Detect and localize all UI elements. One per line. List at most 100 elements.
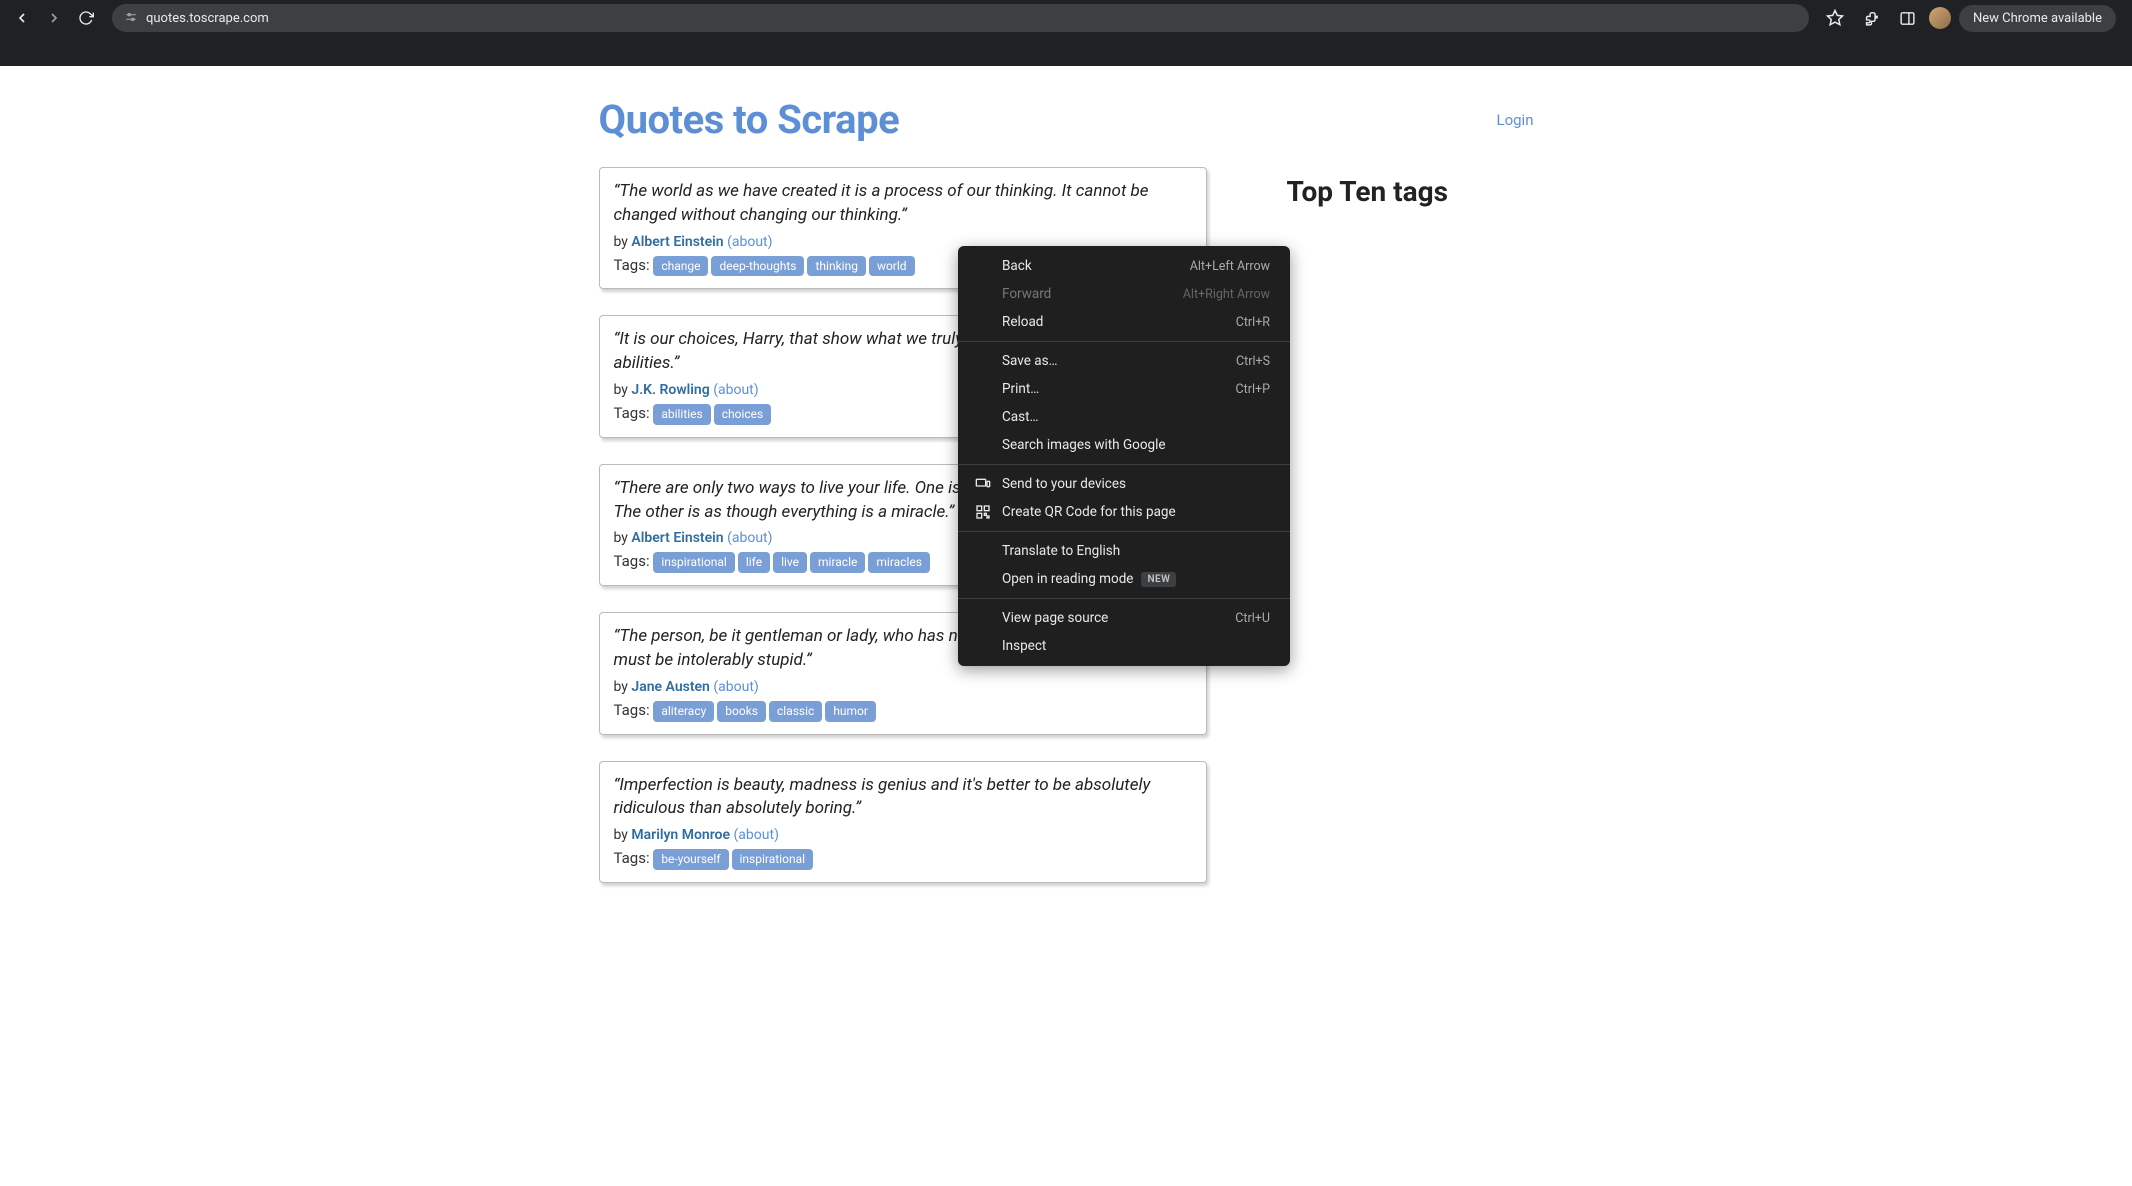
- context-menu: Back Alt+Left Arrow Forward Alt+Right Arrow…: [958, 246, 1290, 666]
- menu-item-label: Cast…: [1002, 409, 1039, 425]
- quote-author-line: by Marilyn Monroe (about): [614, 827, 1192, 843]
- menu-item-print[interactable]: Print… Ctrl+P: [958, 375, 1290, 403]
- menu-item-save-as[interactable]: Save as… Ctrl+S: [958, 347, 1290, 375]
- menu-item-back[interactable]: Back Alt+Left Arrow: [958, 252, 1290, 280]
- tag-link[interactable]: miracle: [810, 552, 865, 573]
- menu-item-label: Open in reading mode: [1002, 571, 1133, 587]
- menu-divider: [958, 531, 1290, 532]
- about-link[interactable]: (about): [734, 827, 779, 843]
- tags-line: Tags: be-yourselfinspirational: [614, 849, 1192, 870]
- tags-label: Tags:: [614, 256, 654, 274]
- menu-shortcut: Alt+Right Arrow: [1183, 287, 1270, 302]
- address-bar[interactable]: quotes.toscrape.com: [112, 4, 1809, 32]
- author-link[interactable]: J.K. Rowling: [631, 382, 709, 398]
- menu-shortcut: Alt+Left Arrow: [1190, 259, 1270, 274]
- about-link[interactable]: (about): [713, 679, 758, 695]
- tag-link[interactable]: inspirational: [732, 849, 814, 870]
- tag-link[interactable]: deep-thoughts: [711, 256, 804, 277]
- author-link[interactable]: Albert Einstein: [631, 530, 723, 546]
- tag-link[interactable]: miracles: [868, 552, 930, 573]
- browser-toolbar: quotes.toscrape.com New Chrome available: [0, 0, 2132, 36]
- author-link[interactable]: Marilyn Monroe: [631, 827, 730, 843]
- menu-item-create-qr-code-for-this-page[interactable]: Create QR Code for this page: [958, 498, 1290, 526]
- bookmark-icon[interactable]: [1821, 4, 1849, 32]
- new-badge: NEW: [1141, 572, 1176, 587]
- chrome-update-notice[interactable]: New Chrome available: [1959, 5, 2116, 32]
- by-label: by: [614, 679, 632, 695]
- tag-link[interactable]: humor: [825, 701, 876, 722]
- menu-shortcut: Ctrl+R: [1236, 315, 1270, 330]
- tags-label: Tags:: [614, 404, 654, 422]
- menu-item-send-to-your-devices[interactable]: Send to your devices: [958, 470, 1290, 498]
- tag-link[interactable]: choices: [714, 404, 772, 425]
- reload-button[interactable]: [72, 4, 100, 32]
- menu-divider: [958, 464, 1290, 465]
- page-content: Quotes to Scrape Login “The world as we …: [0, 66, 2132, 1186]
- menu-item-label: Save as…: [1002, 353, 1058, 369]
- author-link[interactable]: Jane Austen: [631, 679, 710, 695]
- quote-author-line: by Jane Austen (about): [614, 679, 1192, 695]
- tags-label: Tags:: [614, 701, 654, 719]
- tag-link[interactable]: world: [869, 256, 915, 277]
- tag-link[interactable]: inspirational: [653, 552, 735, 573]
- about-link[interactable]: (about): [727, 234, 772, 250]
- tag-link[interactable]: live: [773, 552, 807, 573]
- tags-line: Tags: aliteracybooksclassichumor: [614, 701, 1192, 722]
- about-link[interactable]: (about): [727, 530, 772, 546]
- browser-blank-area: [0, 36, 2132, 66]
- by-label: by: [614, 382, 632, 398]
- menu-item-view-page-source[interactable]: View page sourceCtrl+U: [958, 604, 1290, 632]
- quote-box: “Imperfection is beauty, madness is geni…: [599, 761, 1207, 883]
- login-link[interactable]: Login: [1497, 111, 1534, 129]
- menu-item-label: Back: [1002, 258, 1032, 274]
- by-label: by: [614, 530, 632, 546]
- menu-item-label: Send to your devices: [1002, 476, 1126, 492]
- menu-item-cast[interactable]: Cast…: [958, 403, 1290, 431]
- profile-avatar[interactable]: [1929, 7, 1951, 29]
- menu-item-label: Create QR Code for this page: [1002, 504, 1176, 520]
- back-button[interactable]: [8, 4, 36, 32]
- author-link[interactable]: Albert Einstein: [631, 234, 723, 250]
- menu-divider: [958, 598, 1290, 599]
- site-title[interactable]: Quotes to Scrape: [599, 96, 900, 143]
- qr-icon: [974, 503, 992, 521]
- menu-item-label: Reload: [1002, 314, 1043, 330]
- tag-link[interactable]: be-yourself: [653, 849, 728, 870]
- sidebar: Top Ten tags: [1287, 167, 1507, 208]
- tags-label: Tags:: [614, 552, 654, 570]
- menu-shortcut: Ctrl+S: [1236, 354, 1270, 369]
- menu-item-forward: Forward Alt+Right Arrow: [958, 280, 1290, 308]
- menu-item-open-in-reading-mode[interactable]: Open in reading mode NEW: [958, 565, 1290, 593]
- menu-item-label: Forward: [1002, 286, 1051, 302]
- menu-item-label: Inspect: [1002, 638, 1046, 654]
- site-settings-icon[interactable]: [124, 10, 138, 27]
- tag-link[interactable]: classic: [769, 701, 822, 722]
- menu-shortcut: Ctrl+P: [1236, 382, 1270, 397]
- extensions-icon[interactable]: [1857, 4, 1885, 32]
- tag-link[interactable]: thinking: [807, 256, 865, 277]
- menu-item-search-images-with-google[interactable]: Search images with Google: [958, 431, 1290, 459]
- toolbar-right: New Chrome available: [1821, 4, 2116, 32]
- tag-link[interactable]: aliteracy: [653, 701, 714, 722]
- tag-link[interactable]: change: [653, 256, 708, 277]
- tags-label: Tags:: [614, 849, 654, 867]
- tag-link[interactable]: abilities: [653, 404, 710, 425]
- by-label: by: [614, 827, 632, 843]
- tag-link[interactable]: life: [738, 552, 770, 573]
- forward-button[interactable]: [40, 4, 68, 32]
- menu-item-label: Print…: [1002, 381, 1039, 397]
- quote-text: “The world as we have created it is a pr…: [614, 180, 1192, 228]
- tag-link[interactable]: books: [717, 701, 766, 722]
- page-header: Quotes to Scrape Login: [599, 86, 1534, 167]
- about-link[interactable]: (about): [713, 382, 758, 398]
- url-text: quotes.toscrape.com: [146, 11, 269, 26]
- menu-item-reload[interactable]: Reload Ctrl+R: [958, 308, 1290, 336]
- menu-item-label: Search images with Google: [1002, 437, 1166, 453]
- menu-item-label: View page source: [1002, 610, 1108, 626]
- menu-divider: [958, 341, 1290, 342]
- by-label: by: [614, 234, 632, 250]
- menu-item-inspect[interactable]: Inspect: [958, 632, 1290, 660]
- quote-text: “Imperfection is beauty, madness is geni…: [614, 774, 1192, 822]
- menu-item-translate-to-english[interactable]: Translate to English: [958, 537, 1290, 565]
- side-panel-icon[interactable]: [1893, 4, 1921, 32]
